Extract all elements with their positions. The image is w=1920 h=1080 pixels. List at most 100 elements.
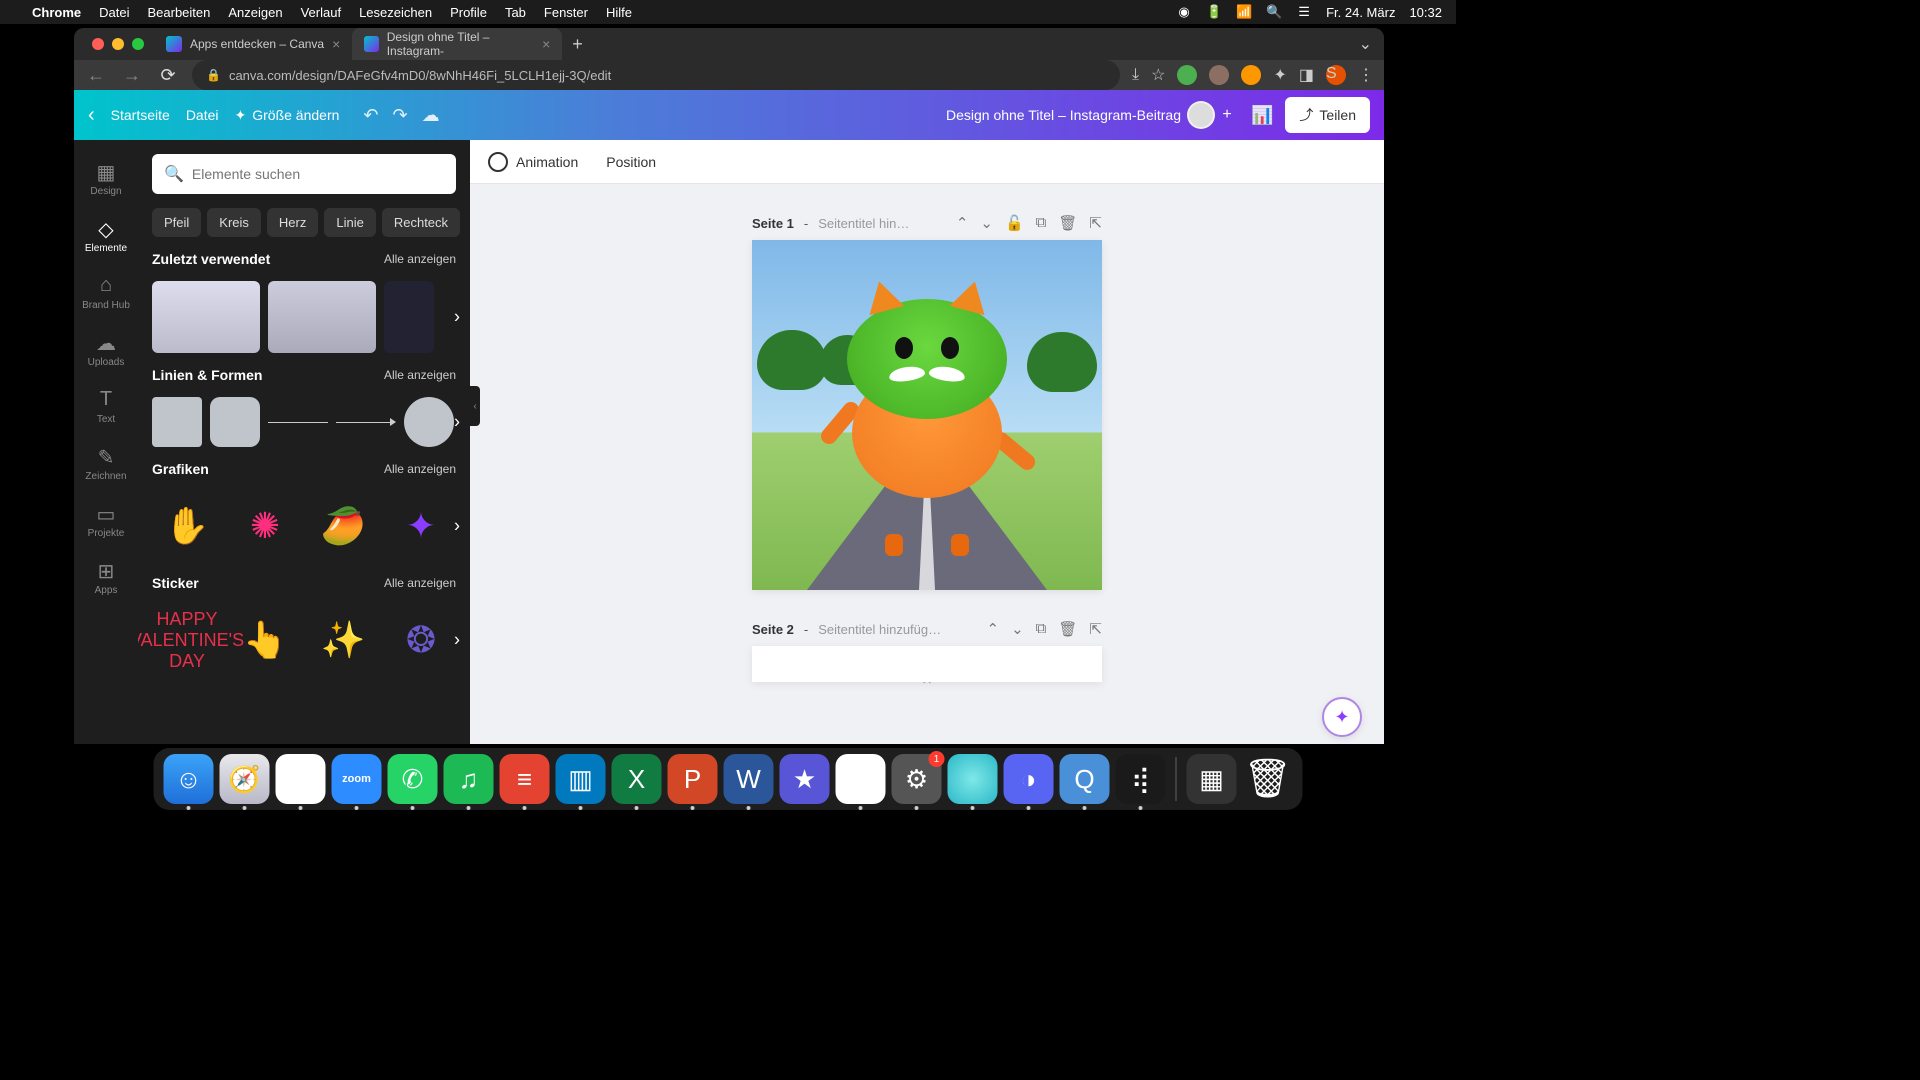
- nav-back-button[interactable]: ←: [84, 65, 108, 86]
- chip-rechteck[interactable]: Rechteck: [382, 208, 460, 237]
- page-delete-icon[interactable]: 🗑: [1058, 214, 1077, 232]
- rail-zeichnen[interactable]: ✎Zeichnen: [74, 435, 138, 492]
- chrome-menu-icon[interactable]: ⋮: [1358, 65, 1374, 85]
- page-expand-down-icon[interactable]: ⌄: [1011, 620, 1024, 638]
- rail-projekte[interactable]: ▭Projekte: [74, 492, 138, 549]
- install-app-icon[interactable]: ⤓: [1132, 66, 1139, 84]
- window-minimize-button[interactable]: [112, 38, 124, 50]
- page-1-canvas[interactable]: ⟳: [752, 240, 1102, 590]
- dock-safari[interactable]: 🧭: [220, 754, 270, 804]
- window-close-button[interactable]: [92, 38, 104, 50]
- add-collaborator-button[interactable]: +: [1215, 103, 1239, 127]
- chip-herz[interactable]: Herz: [267, 208, 318, 237]
- rail-apps[interactable]: ⊞Apps: [74, 549, 138, 606]
- profile-avatar-icon[interactable]: S: [1326, 65, 1346, 85]
- shape-line[interactable]: [268, 397, 328, 447]
- tab-close-icon[interactable]: ×: [542, 36, 550, 52]
- resize-button[interactable]: ✦ Größe ändern: [235, 107, 340, 124]
- dock-word[interactable]: W: [724, 754, 774, 804]
- menubar-time[interactable]: 10:32: [1409, 5, 1442, 20]
- url-field[interactable]: 🔒 canva.com/design/DAFeGfv4mD0/8wNhH46Fi…: [192, 60, 1120, 90]
- page-lock-icon[interactable]: 🔓: [1005, 214, 1024, 232]
- sticker-thumb-1[interactable]: HAPPYVALENTINE'SDAY: [152, 605, 222, 675]
- tab-overflow-icon[interactable]: ⌄: [1359, 34, 1384, 54]
- dock-settings[interactable]: ⚙1: [892, 754, 942, 804]
- page-2-canvas[interactable]: [752, 646, 1102, 682]
- page-delete-icon[interactable]: 🗑: [1058, 620, 1077, 638]
- page-1-title-input[interactable]: Seitentitel hin…: [818, 216, 909, 231]
- rail-uploads[interactable]: ☁Uploads: [74, 321, 138, 378]
- extension-3-icon[interactable]: [1241, 65, 1261, 85]
- position-button[interactable]: Position: [606, 154, 656, 170]
- row-next-icon[interactable]: ›: [454, 630, 460, 651]
- row-next-icon[interactable]: ›: [454, 307, 460, 328]
- search-input[interactable]: [192, 166, 444, 182]
- canvas-scroll-area[interactable]: Seite 1 - Seitentitel hin… ⌃ ⌄ 🔓 ⧉ 🗑 ⇱: [470, 184, 1384, 744]
- browser-tab-1[interactable]: Apps entdecken – Canva ×: [154, 28, 352, 60]
- extension-2-icon[interactable]: [1209, 65, 1229, 85]
- rail-brand-hub[interactable]: ⌂Brand Hub: [74, 264, 138, 321]
- page-add-icon[interactable]: ⇱: [1089, 214, 1102, 232]
- redo-button[interactable]: ↷: [393, 105, 408, 126]
- dock-trello[interactable]: ▥: [556, 754, 606, 804]
- dock-powerpoint[interactable]: P: [668, 754, 718, 804]
- shape-arrow-line[interactable]: [336, 397, 396, 447]
- dock-trash[interactable]: 🗑: [1243, 754, 1293, 804]
- menu-lesezeichen[interactable]: Lesezeichen: [359, 5, 432, 20]
- recent-thumb-3[interactable]: [384, 281, 434, 353]
- page-duplicate-icon[interactable]: ⧉: [1036, 620, 1047, 638]
- dock-quicktime[interactable]: Q: [1060, 754, 1110, 804]
- dock-whatsapp[interactable]: ✆: [388, 754, 438, 804]
- analytics-icon[interactable]: 📊: [1251, 105, 1273, 126]
- dock-todoist[interactable]: ≡: [500, 754, 550, 804]
- recent-thumb-2[interactable]: [268, 281, 376, 353]
- home-button[interactable]: Startseite: [111, 107, 170, 123]
- new-tab-button[interactable]: +: [562, 34, 593, 55]
- share-button[interactable]: ⤴ Teilen: [1285, 97, 1370, 133]
- rail-text[interactable]: TText: [74, 378, 138, 435]
- shape-square[interactable]: [152, 397, 202, 447]
- sticker-thumb-4[interactable]: ❂: [386, 605, 456, 675]
- animation-button[interactable]: Animation: [488, 152, 578, 172]
- show-all-recent[interactable]: Alle anzeigen: [384, 252, 456, 266]
- file-menu-button[interactable]: Datei: [186, 107, 219, 123]
- dock-chrome[interactable]: ◉: [276, 754, 326, 804]
- show-all-lines[interactable]: Alle anzeigen: [384, 368, 456, 382]
- nav-reload-button[interactable]: ⟳: [156, 65, 180, 86]
- show-all-stickers[interactable]: Alle anzeigen: [384, 576, 456, 590]
- show-all-graphics[interactable]: Alle anzeigen: [384, 462, 456, 476]
- graphic-thumb-4[interactable]: ✦: [386, 491, 456, 561]
- sidepanel-icon[interactable]: ◨: [1299, 65, 1314, 85]
- menu-datei[interactable]: Datei: [99, 5, 129, 20]
- dock-mission-control[interactable]: ▦: [1187, 754, 1237, 804]
- browser-tab-2[interactable]: Design ohne Titel – Instagram- ×: [352, 28, 562, 60]
- dock-audio[interactable]: ⢾: [1116, 754, 1166, 804]
- page-duplicate-icon[interactable]: ⧉: [1036, 214, 1047, 232]
- record-icon[interactable]: ◉: [1176, 4, 1192, 20]
- wifi-icon[interactable]: 📶: [1236, 4, 1252, 20]
- page-add-icon[interactable]: ⇱: [1089, 620, 1102, 638]
- window-maximize-button[interactable]: [132, 38, 144, 50]
- dock-excel[interactable]: X: [612, 754, 662, 804]
- spotlight-icon[interactable]: 🔍: [1266, 4, 1282, 20]
- row-next-icon[interactable]: ›: [454, 516, 460, 537]
- rail-elemente[interactable]: ◇Elemente: [74, 207, 138, 264]
- menu-anzeigen[interactable]: Anzeigen: [228, 5, 282, 20]
- page-collapse-up-icon[interactable]: ⌃: [956, 214, 969, 232]
- page-collapse-up-icon[interactable]: ⌃: [987, 620, 1000, 638]
- control-center-icon[interactable]: ☰: [1296, 4, 1312, 20]
- extensions-puzzle-icon[interactable]: ✦: [1273, 65, 1286, 85]
- sticker-thumb-2[interactable]: 👆: [230, 605, 300, 675]
- graphic-thumb-3[interactable]: 🥭: [308, 491, 378, 561]
- dock-discord[interactable]: ◑: [1004, 754, 1054, 804]
- chip-pfeil[interactable]: Pfeil: [152, 208, 201, 237]
- tab-close-icon[interactable]: ×: [332, 36, 340, 52]
- menu-bearbeiten[interactable]: Bearbeiten: [147, 5, 210, 20]
- undo-button[interactable]: ↶: [363, 105, 378, 126]
- dock-drive[interactable]: ▲: [836, 754, 886, 804]
- dock-app-teal[interactable]: [948, 754, 998, 804]
- menu-tab[interactable]: Tab: [505, 5, 526, 20]
- canva-back-icon[interactable]: ‹: [88, 104, 95, 127]
- bookmark-star-icon[interactable]: ☆: [1151, 65, 1165, 85]
- menu-profile[interactable]: Profile: [450, 5, 487, 20]
